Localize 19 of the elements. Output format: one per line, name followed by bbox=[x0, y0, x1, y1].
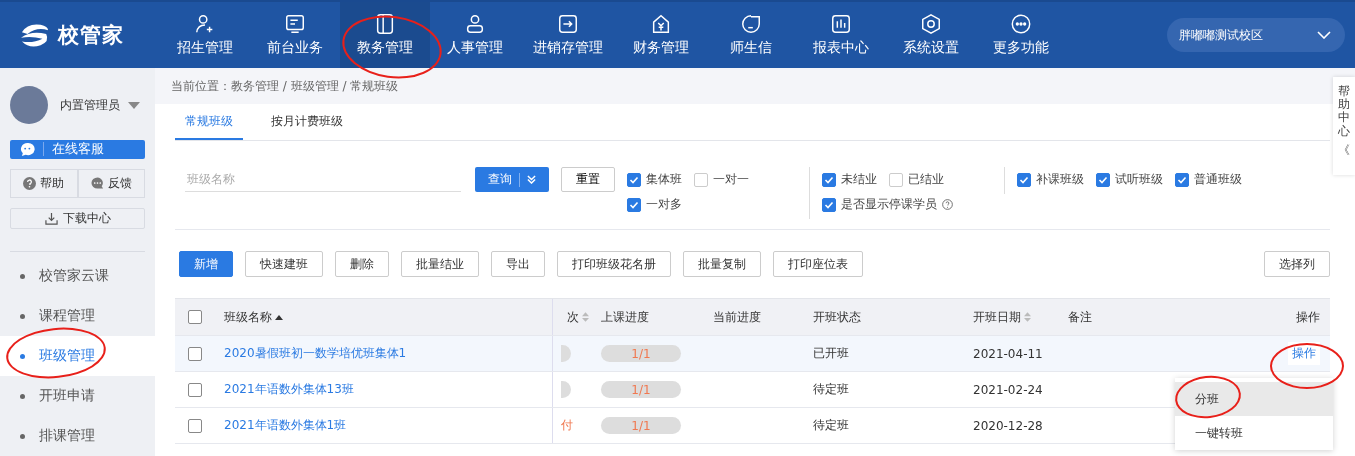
column-header: 次 bbox=[567, 308, 579, 326]
column-header: 备注 bbox=[1068, 308, 1092, 326]
column-header: 开班日期 bbox=[973, 308, 1021, 326]
table-cell: 付 bbox=[561, 417, 573, 434]
table-cell: 已开班 bbox=[813, 345, 849, 362]
column-header: 当前进度 bbox=[713, 308, 761, 326]
progress-pill: 1/1 bbox=[601, 381, 681, 398]
table-cell: 待定班 bbox=[813, 417, 849, 434]
help-center-label: 帮助中心 bbox=[1338, 85, 1350, 138]
column-header: 操作 bbox=[1296, 308, 1320, 326]
logo-text: 校管家 bbox=[58, 22, 124, 49]
column-header: 上课进度 bbox=[601, 308, 649, 326]
column-header: 开班状态 bbox=[813, 308, 861, 326]
progress-pill: 1/1 bbox=[601, 417, 681, 434]
table-cell: 2020-12-28 bbox=[973, 418, 1043, 433]
table-cell: 2021-04-11 bbox=[973, 346, 1043, 361]
table-cell: 待定班 bbox=[813, 381, 849, 398]
progress-pill: 1/1 bbox=[601, 345, 681, 362]
table-cell: 2021-02-24 bbox=[973, 382, 1043, 397]
